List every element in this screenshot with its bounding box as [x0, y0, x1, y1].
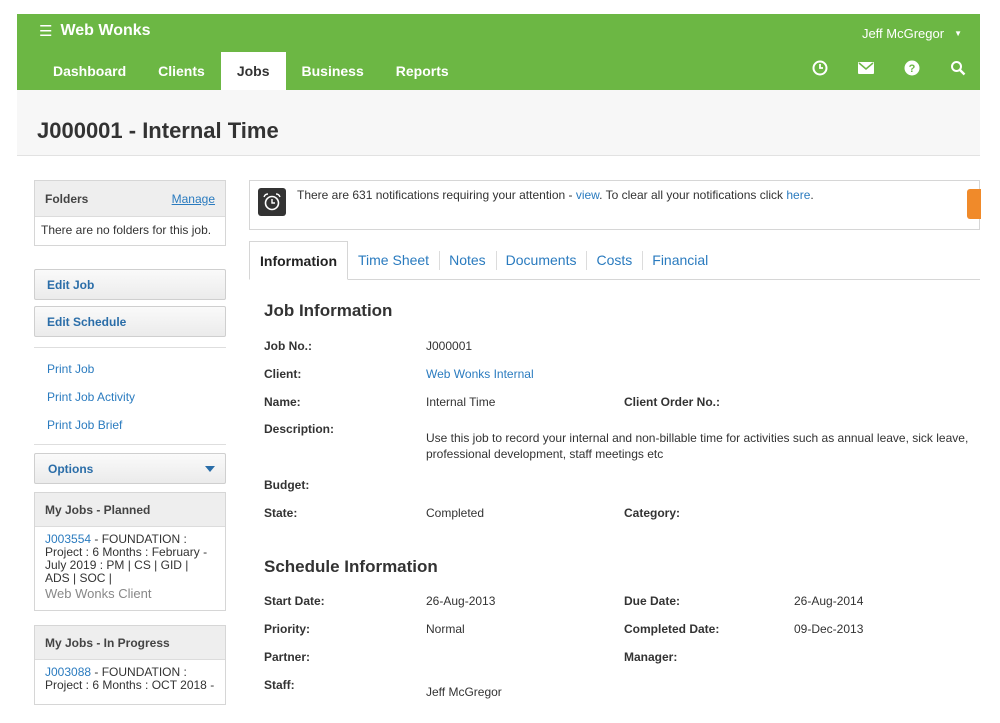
notification-suffix: . [810, 188, 814, 202]
planned-jobs-panel: My Jobs - Planned J003554 - FOUNDATION :… [34, 492, 226, 611]
notification-badge[interactable] [967, 189, 981, 219]
priority-value: Normal [426, 622, 465, 636]
edit-schedule-button[interactable]: Edit Schedule [34, 306, 226, 337]
state-label: State: [264, 506, 298, 520]
completed-date-value: 09-Dec-2013 [794, 622, 864, 636]
job-information-heading: Job Information [264, 301, 393, 320]
list-item: J003088 - FOUNDATION : Project : 6 Month… [35, 660, 225, 702]
description-value: Use this job to record your internal and… [426, 431, 969, 461]
partner-label: Partner: [264, 650, 311, 664]
job-no-label: Job No.: [264, 339, 312, 353]
top-bar: ☰ Web Wonks Jeff McGregor ▼ Dashboard Cl… [17, 14, 980, 90]
mail-icon[interactable] [856, 58, 876, 78]
list-item: J003554 - FOUNDATION : Project : 6 Month… [35, 527, 225, 610]
print-job-link[interactable]: Print Job [34, 356, 226, 384]
sidebar: Folders Manage There are no folders for … [34, 180, 226, 705]
notification-bar: There are 631 notifications requiring yo… [249, 180, 981, 230]
user-menu[interactable]: Jeff McGregor ▼ [862, 26, 962, 41]
client-label: Client: [264, 367, 302, 381]
category-label: Category: [624, 506, 681, 520]
svg-text:?: ? [909, 63, 916, 75]
schedule-information-heading: Schedule Information [264, 557, 438, 576]
start-date-value: 26-Aug-2013 [426, 594, 496, 608]
job-link[interactable]: J003088 [45, 665, 91, 679]
job-tabs: Information Time Sheet Notes Documents C… [249, 241, 980, 280]
job-no-value: J000001 [426, 339, 473, 353]
planned-jobs-title: My Jobs - Planned [45, 502, 151, 517]
planned-jobs-header: My Jobs - Planned [35, 493, 225, 527]
priority-label: Priority: [264, 622, 311, 636]
nav-tab-business[interactable]: Business [286, 52, 380, 90]
state-value: Completed [426, 506, 485, 520]
tab-documents[interactable]: Documents [495, 241, 587, 279]
name-label: Name: [264, 395, 301, 409]
clear-notifications-link[interactable]: here [786, 188, 810, 202]
job-client: Web Wonks Client [45, 586, 152, 601]
nav-tab-clients[interactable]: Clients [142, 52, 221, 90]
client-link[interactable]: Web Wonks Internal [426, 367, 534, 381]
folders-header: Folders Manage [35, 181, 225, 217]
nav-tab-dashboard[interactable]: Dashboard [37, 52, 142, 90]
inprogress-jobs-header: My Jobs - In Progress [35, 626, 225, 660]
folders-panel: Folders Manage There are no folders for … [34, 180, 226, 246]
description-label: Description: [264, 422, 335, 436]
nav-icons: ? [810, 58, 968, 78]
job-link[interactable]: J003554 [45, 532, 91, 546]
help-icon[interactable]: ? [902, 58, 922, 78]
main-nav: Dashboard Clients Jobs Business Reports [37, 52, 465, 90]
page-header: J000001 - Internal Time [17, 90, 980, 156]
divider [34, 444, 226, 445]
name-value: Internal Time [426, 395, 496, 409]
manage-folders-link[interactable]: Manage [172, 192, 215, 206]
options-label: Options [48, 461, 94, 476]
page-title: J000001 - Internal Time [37, 118, 279, 143]
triangle-down-icon [205, 465, 215, 472]
search-icon[interactable] [948, 58, 968, 78]
budget-label: Budget: [264, 478, 310, 492]
completed-date-label: Completed Date: [624, 622, 720, 636]
print-job-brief-link[interactable]: Print Job Brief [34, 412, 226, 440]
tab-costs[interactable]: Costs [586, 241, 642, 279]
folders-empty-text: There are no folders for this job. [41, 223, 212, 237]
tab-time-sheet[interactable]: Time Sheet [348, 241, 439, 279]
nav-tab-reports[interactable]: Reports [380, 52, 465, 90]
client-order-label: Client Order No.: [624, 395, 721, 409]
due-date-value: 26-Aug-2014 [794, 594, 864, 608]
inprogress-jobs-panel: My Jobs - In Progress J003088 - FOUNDATI… [34, 625, 226, 705]
tab-information[interactable]: Information [249, 241, 348, 280]
menu-icon[interactable]: ☰ [39, 22, 52, 40]
alarm-clock-icon [258, 188, 286, 216]
manager-label: Manager: [624, 650, 678, 664]
tab-financial[interactable]: Financial [642, 241, 718, 279]
caret-down-icon: ▼ [954, 29, 962, 38]
start-date-label: Start Date: [264, 594, 325, 608]
options-dropdown[interactable]: Options [34, 453, 226, 484]
folders-title: Folders [45, 191, 89, 206]
due-date-label: Due Date: [624, 594, 681, 608]
inprogress-jobs-title: My Jobs - In Progress [45, 635, 170, 650]
edit-job-button[interactable]: Edit Job [34, 269, 226, 300]
nav-tab-jobs[interactable]: Jobs [220, 52, 286, 90]
notification-prefix: There are 631 notifications requiring yo… [297, 188, 576, 202]
brand-name: Web Wonks [60, 22, 151, 39]
divider [34, 347, 226, 348]
staff-label: Staff: [264, 678, 295, 692]
view-notifications-link[interactable]: view [576, 188, 599, 202]
notification-text: There are 631 notifications requiring yo… [297, 188, 814, 202]
notification-middle: . To clear all your notifications click [599, 188, 787, 202]
staff-value: Jeff McGregor [426, 685, 502, 699]
clock-icon[interactable] [810, 58, 830, 78]
user-name: Jeff McGregor [861, 26, 945, 41]
tab-notes[interactable]: Notes [439, 241, 496, 279]
print-job-activity-link[interactable]: Print Job Activity [34, 384, 226, 412]
brand[interactable]: ☰ Web Wonks [39, 22, 151, 40]
